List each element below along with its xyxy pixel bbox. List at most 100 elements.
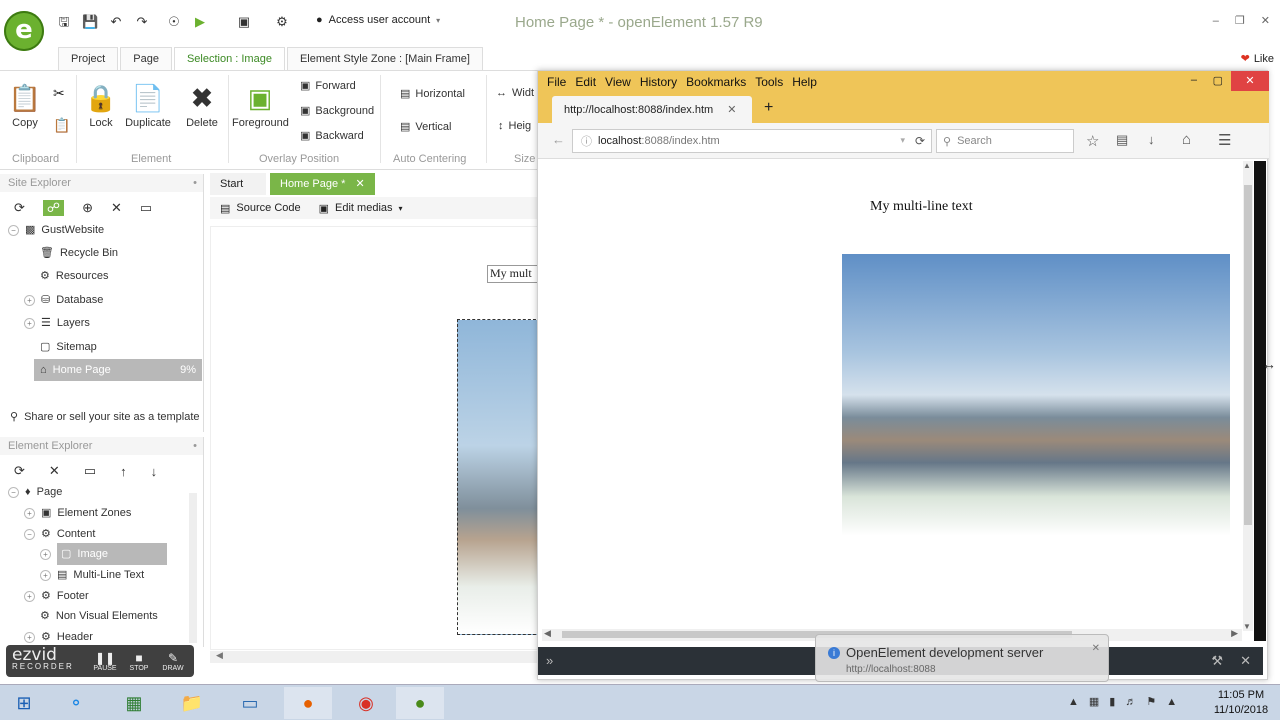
like-button[interactable]: ❤ Like	[1241, 52, 1274, 66]
tree-item-footer[interactable]: + ⚙ Footer	[24, 585, 89, 607]
app-cube-icon[interactable]: ▭	[226, 687, 274, 719]
battery-icon[interactable]: ▮	[1109, 695, 1115, 708]
console-prompt-icon[interactable]: »	[546, 653, 553, 668]
tab-selection-image[interactable]: Selection : Image	[173, 47, 285, 71]
reader-list-icon[interactable]: ▤	[1116, 132, 1128, 148]
stop-button[interactable]: ■ STOP	[122, 651, 156, 672]
minimize-icon[interactable]: –	[1191, 74, 1197, 86]
bookmark-star-icon[interactable]: ☆	[1086, 132, 1099, 150]
forward-button[interactable]: ▣ Forward	[300, 79, 356, 93]
width-button[interactable]: ↔ Widt	[496, 87, 534, 99]
menu-history[interactable]: History	[640, 75, 677, 89]
menu-file[interactable]: File	[547, 75, 566, 89]
tree-item-header[interactable]: + ⚙ Header	[24, 626, 93, 647]
delete-button[interactable]: ✖ Delete	[182, 83, 222, 129]
search-box[interactable]: ⚲ Search	[936, 129, 1074, 153]
collapse-icon[interactable]: ▭	[84, 463, 96, 479]
close-icon[interactable]: ✕	[1092, 643, 1100, 654]
tree-icon[interactable]: ☍	[42, 200, 65, 216]
save-icon[interactable]: 🖫	[56, 14, 72, 30]
volume-icon[interactable]: ♬	[1125, 696, 1136, 708]
close-tab-icon[interactable]: ✕	[355, 173, 364, 195]
close-icon[interactable]: ✕	[1240, 653, 1251, 669]
preview-play-icon[interactable]: ▶	[192, 14, 208, 30]
pin-icon[interactable]: •	[193, 174, 197, 192]
lock-button[interactable]: 🔒 Lock	[84, 83, 118, 129]
minimize-icon[interactable]: –	[1213, 15, 1219, 27]
design-canvas[interactable]: My mult	[210, 226, 547, 650]
save-all-icon[interactable]: 💾	[82, 14, 98, 30]
add-icon[interactable]: ⊕	[82, 200, 93, 216]
menu-edit[interactable]: Edit	[575, 75, 596, 89]
tree-item-image[interactable]: + ▢ Image	[40, 543, 167, 565]
edit-medias-button[interactable]: ▣ Edit medias ▾	[319, 202, 403, 215]
scroll-left-icon[interactable]: ◀	[216, 650, 223, 661]
backward-button[interactable]: ▣ Backward	[300, 129, 364, 143]
scroll-down-icon[interactable]: ▼	[1243, 622, 1251, 631]
refresh-icon[interactable]: ⟳	[14, 463, 25, 479]
scrollbar-thumb[interactable]	[1244, 185, 1252, 525]
maximize-icon[interactable]: ▢	[1213, 74, 1223, 87]
back-icon[interactable]: ←	[552, 132, 565, 147]
file-explorer-icon[interactable]: 📁	[168, 687, 216, 719]
tree-root[interactable]: − ▩ GustWebsite	[8, 219, 104, 241]
share-template-link[interactable]: ⚲ Share or sell your site as a template	[10, 406, 200, 428]
menu-view[interactable]: View	[605, 75, 631, 89]
tree-item-content[interactable]: − ⚙ Content	[24, 523, 95, 545]
tree-item-page[interactable]: − ♦ Page	[8, 481, 62, 503]
wrench-icon[interactable]: ⚒	[1211, 653, 1223, 669]
tab-element-style-zone[interactable]: Element Style Zone : [Main Frame]	[286, 47, 483, 71]
firefox-icon[interactable]: ●	[284, 687, 332, 719]
delete-icon[interactable]: ✕	[49, 463, 60, 479]
close-icon[interactable]: ✕	[1261, 14, 1270, 27]
tree-item-multi-line-text[interactable]: + ▤ Multi-Line Text	[40, 564, 144, 586]
server-notification[interactable]: i OpenElement development server http://…	[815, 634, 1109, 682]
scroll-up-icon[interactable]: ▲	[1243, 161, 1251, 170]
canvas-image-element[interactable]	[457, 319, 541, 635]
close-icon[interactable]: ✕	[1231, 71, 1269, 91]
menu-tools[interactable]: Tools	[755, 75, 783, 89]
horizontal-button[interactable]: ▤ Horizontal	[400, 87, 465, 101]
tree-item-sitemap[interactable]: ▢ Sitemap	[40, 336, 97, 358]
paste-icon[interactable]: 📋	[53, 117, 70, 134]
move-up-icon[interactable]: ↑	[120, 464, 127, 479]
pause-button[interactable]: ❚❚ PAUSE	[88, 651, 122, 672]
flag-icon[interactable]: ⚑	[1146, 695, 1156, 708]
tab-page[interactable]: Page	[120, 47, 172, 71]
browser-tab[interactable]: http://localhost:8088/index.htm ✕	[552, 96, 752, 123]
pin-icon[interactable]: •	[193, 437, 197, 455]
tree-item-home-page[interactable]: ⌂ Home Page 9%	[34, 359, 202, 381]
cut-icon[interactable]: ✂	[53, 85, 65, 102]
draw-button[interactable]: ✎ DRAW	[156, 651, 190, 672]
excel-icon[interactable]: ▦	[110, 687, 158, 719]
tree-item-non-visual[interactable]: ⚙ Non Visual Elements	[40, 605, 158, 627]
collapse-icon[interactable]: ▭	[140, 200, 152, 216]
reload-icon[interactable]: ⟳	[915, 134, 925, 148]
wifi-icon[interactable]: ▲	[1166, 696, 1177, 708]
duplicate-button[interactable]: 📄 Duplicate	[124, 83, 172, 129]
copy-button[interactable]: 📋 Copy	[8, 83, 42, 129]
tab-home-page[interactable]: Home Page * ✕	[270, 173, 375, 195]
tree-item-recycle-bin[interactable]: 🗑 Recycle Bin	[40, 242, 118, 264]
user-account[interactable]: ● Access user account ▾	[316, 14, 440, 26]
source-code-button[interactable]: ▤ Source Code	[220, 202, 301, 215]
tab-project[interactable]: Project	[58, 47, 119, 71]
chrome-icon[interactable]: ◉	[342, 687, 390, 719]
tools-icon[interactable]: ⚙	[274, 14, 290, 30]
redo-icon[interactable]: ↷	[134, 14, 150, 30]
tab-start[interactable]: Start	[210, 173, 266, 195]
menu-help[interactable]: Help	[792, 75, 817, 89]
refresh-icon[interactable]: ⟳	[14, 200, 25, 216]
layout-icon[interactable]: ▣	[236, 14, 252, 30]
scroll-left-icon[interactable]: ◀	[544, 628, 551, 639]
move-down-icon[interactable]: ↓	[151, 464, 158, 479]
new-tab-icon[interactable]: +	[764, 99, 773, 117]
download-icon[interactable]: ↓	[1148, 132, 1155, 147]
editor-horizontal-scrollbar[interactable]: ◀	[210, 650, 540, 663]
start-windows-icon[interactable]: ⊞	[0, 687, 48, 719]
tree-item-layers[interactable]: + ☰ Layers	[24, 312, 90, 334]
app-logo[interactable]: e	[4, 11, 44, 51]
vertical-scrollbar[interactable]: ▲ ▼	[1243, 161, 1253, 631]
undo-icon[interactable]: ↶	[108, 14, 124, 30]
scrollbar[interactable]	[189, 493, 197, 643]
